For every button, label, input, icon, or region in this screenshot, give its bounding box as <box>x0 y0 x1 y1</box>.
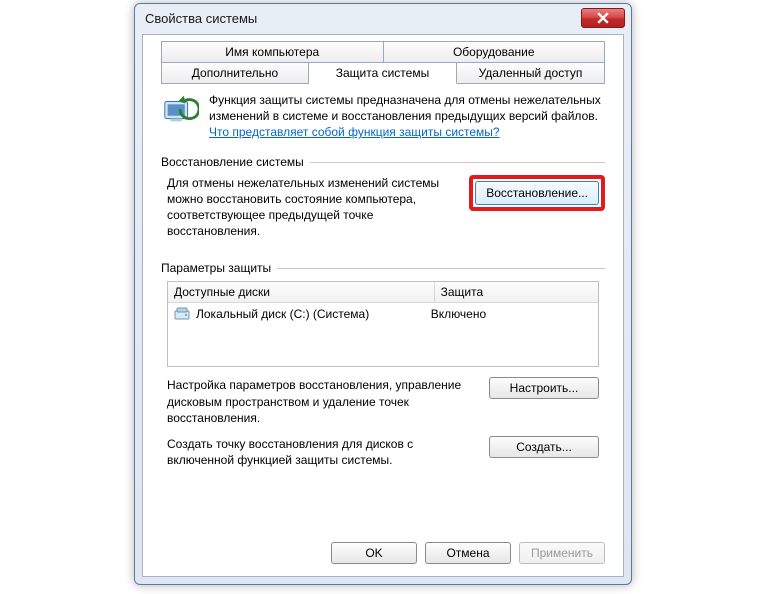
table-row[interactable]: Локальный диск (C:) (Система) Включено <box>168 303 598 325</box>
group-restore: Восстановление системы <box>161 155 605 169</box>
restore-button-highlight: Восстановление... <box>469 175 605 211</box>
divider <box>310 162 605 163</box>
group-params: Параметры защиты <box>161 261 605 275</box>
titlebar[interactable]: Свойства системы <box>135 4 631 32</box>
system-restore-button[interactable]: Восстановление... <box>475 181 599 205</box>
create-row: Создать точку восстановления для дисков … <box>161 426 605 468</box>
header-protection[interactable]: Защита <box>435 282 598 302</box>
configure-text: Настройка параметров восстановления, упр… <box>167 377 477 426</box>
tab-system-protection[interactable]: Защита системы <box>309 62 457 84</box>
group-restore-label: Восстановление системы <box>161 155 304 169</box>
intro-help-link[interactable]: Что представляет собой функция защиты си… <box>209 125 500 139</box>
apply-button[interactable]: Применить <box>519 542 605 564</box>
tab-remote[interactable]: Удаленный доступ <box>457 62 605 84</box>
cancel-button[interactable]: Отмена <box>425 542 511 564</box>
disk-name: Локальный диск (C:) (Система) <box>196 307 369 321</box>
dialog-body: Имя компьютера Оборудование Дополнительн… <box>142 34 624 577</box>
system-properties-window: Свойства системы Имя компьютера Оборудов… <box>134 3 632 585</box>
divider <box>277 268 605 269</box>
configure-row: Настройка параметров восстановления, упр… <box>161 367 605 426</box>
intro-text: Функция защиты системы предназначена для… <box>209 92 605 141</box>
restore-description: Для отмены нежелательных изменений систе… <box>167 175 457 240</box>
create-restore-point-button[interactable]: Создать... <box>489 436 599 458</box>
tabs: Имя компьютера Оборудование Дополнительн… <box>161 41 605 84</box>
group-params-label: Параметры защиты <box>161 261 271 275</box>
tab-content: Функция защиты системы предназначена для… <box>143 84 623 468</box>
header-disks[interactable]: Доступные диски <box>168 282 435 302</box>
create-text: Создать точку восстановления для дисков … <box>167 436 477 468</box>
tab-advanced[interactable]: Дополнительно <box>161 62 309 84</box>
dialog-buttons: OK Отмена Применить <box>331 542 605 564</box>
disk-protection: Включено <box>431 307 486 321</box>
tab-hardware[interactable]: Оборудование <box>384 41 606 63</box>
window-title: Свойства системы <box>145 11 581 26</box>
intro-block: Функция защиты системы предназначена для… <box>161 92 605 141</box>
disks-table: Доступные диски Защита Локальный диск (C… <box>167 281 599 367</box>
restore-row: Для отмены нежелательных изменений систе… <box>161 175 605 240</box>
system-restore-icon <box>161 92 199 130</box>
close-icon <box>597 12 609 24</box>
table-header: Доступные диски Защита <box>168 282 598 303</box>
ok-button[interactable]: OK <box>331 542 417 564</box>
tab-computer-name[interactable]: Имя компьютера <box>161 41 384 63</box>
configure-button[interactable]: Настроить... <box>489 377 599 399</box>
disk-icon <box>174 307 190 321</box>
intro-text-body: Функция защиты системы предназначена для… <box>209 93 601 123</box>
close-button[interactable] <box>581 8 625 28</box>
